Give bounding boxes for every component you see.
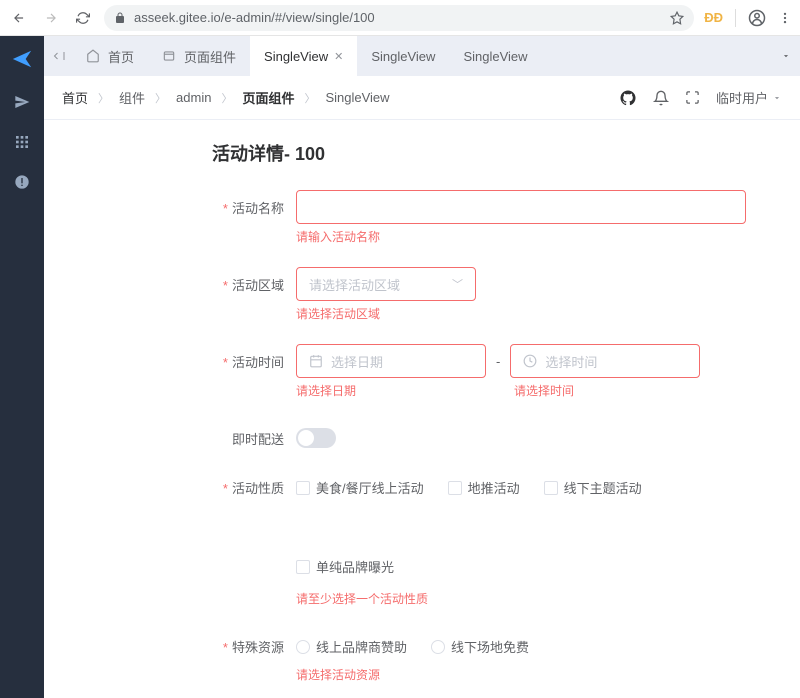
tab-label: SingleView <box>264 49 328 64</box>
back-button[interactable] <box>8 7 30 29</box>
error-time: 请选择时间 <box>514 382 704 399</box>
chevron-right-icon: 〉 <box>98 90 109 106</box>
page-body: 活动详情- 100 *活动名称 请输入活动名称 *活动区域 请选择活动区域 ﹀ … <box>44 120 800 698</box>
activity-region-select[interactable]: 请选择活动区域 ﹀ <box>296 267 476 301</box>
resource-option-1[interactable]: 线下场地免费 <box>431 637 529 656</box>
error-region: 请选择活动区域 <box>296 305 746 322</box>
error-date: 请选择日期 <box>296 382 486 399</box>
tab-singleview-3[interactable]: SingleView <box>449 36 541 76</box>
error-resource: 请选择活动资源 <box>296 666 746 683</box>
label-resource: *特殊资源 <box>68 629 296 683</box>
sidebar-grid-icon[interactable] <box>14 134 30 150</box>
user-menu[interactable]: 临时用户 <box>716 88 782 107</box>
label-region: *活动区域 <box>68 267 296 322</box>
date-placeholder: 选择日期 <box>331 352 383 371</box>
tab-singleview-2[interactable]: SingleView <box>357 36 449 76</box>
breadcrumb-current: SingleView <box>325 90 389 105</box>
chevron-down-icon <box>772 93 782 103</box>
chevron-right-icon: 〉 <box>304 90 315 106</box>
app-logo[interactable] <box>11 48 33 70</box>
label-time: *活动时间 <box>68 344 296 399</box>
nature-option-1[interactable]: 地推活动 <box>448 478 520 497</box>
radio-icon <box>296 640 310 654</box>
chevron-right-icon: 〉 <box>221 90 232 106</box>
select-placeholder: 请选择活动区域 <box>309 275 400 294</box>
time-placeholder: 选择时间 <box>545 352 597 371</box>
tab-menu[interactable] <box>772 36 800 76</box>
page-title: 活动详情- 100 <box>212 140 776 166</box>
chevron-right-icon: 〉 <box>155 90 166 106</box>
error-name: 请输入活动名称 <box>296 228 746 245</box>
radio-icon <box>431 640 445 654</box>
browser-toolbar: asseek.gitee.io/e-admin/#/view/single/10… <box>0 0 800 36</box>
bell-icon[interactable] <box>653 90 669 106</box>
url-bar[interactable]: asseek.gitee.io/e-admin/#/view/single/10… <box>104 5 694 31</box>
breadcrumb-item[interactable]: 组件 <box>119 88 145 107</box>
date-picker[interactable]: 选择日期 <box>296 344 486 378</box>
error-nature: 请至少选择一个活动性质 <box>296 590 746 607</box>
clock-icon <box>523 354 537 368</box>
time-picker[interactable]: 选择时间 <box>510 344 700 378</box>
extension-icon[interactable]: ƉƉ <box>704 10 723 25</box>
breadcrumb-home[interactable]: 首页 <box>62 88 88 107</box>
close-icon[interactable]: ✕ <box>334 50 343 63</box>
calendar-icon <box>309 354 323 368</box>
browser-actions: ƉƉ <box>704 9 792 27</box>
tab-label: 首页 <box>108 47 134 66</box>
tab-label: 页面组件 <box>184 47 236 66</box>
activity-name-input[interactable] <box>296 190 746 224</box>
profile-icon[interactable] <box>748 9 766 27</box>
tab-bar: 首页 页面组件 SingleView ✕ SingleView SingleVie… <box>44 36 800 76</box>
checkbox-icon <box>296 560 310 574</box>
checkbox-icon <box>544 481 558 495</box>
home-icon <box>86 49 100 63</box>
divider <box>735 9 736 27</box>
chevron-down-icon: ﹀ <box>452 276 463 292</box>
breadcrumb-item[interactable]: 页面组件 <box>242 88 294 107</box>
tab-home[interactable]: 首页 <box>72 36 148 76</box>
nature-option-0[interactable]: 美食/餐厅线上活动 <box>296 478 424 497</box>
label-name: *活动名称 <box>68 190 296 245</box>
label-nature: *活动性质 <box>68 470 296 607</box>
menu-icon[interactable] <box>778 11 792 25</box>
sidebar-send-icon[interactable] <box>14 94 30 110</box>
page-header: 首页〉 组件〉 admin〉 页面组件〉 SingleView 临时用户 <box>44 76 800 120</box>
url-text: asseek.gitee.io/e-admin/#/view/single/10… <box>134 10 662 25</box>
checkbox-icon <box>296 481 310 495</box>
resource-option-0[interactable]: 线上品牌商赞助 <box>296 637 407 656</box>
tab-singleview-active[interactable]: SingleView ✕ <box>250 36 357 76</box>
delivery-switch[interactable] <box>296 428 336 448</box>
fullscreen-icon[interactable] <box>685 90 700 105</box>
github-icon[interactable] <box>619 89 637 107</box>
reload-button[interactable] <box>72 7 94 29</box>
star-icon[interactable] <box>670 11 684 25</box>
tab-label: SingleView <box>463 49 527 64</box>
nature-option-3[interactable]: 单纯品牌曝光 <box>296 557 394 576</box>
range-separator: - <box>496 354 500 369</box>
user-label: 临时用户 <box>716 88 768 107</box>
collapse-button[interactable] <box>44 36 72 76</box>
tab-label: SingleView <box>371 49 435 64</box>
page-icon <box>162 49 176 63</box>
label-delivery: 即时配送 <box>68 421 296 448</box>
sidebar-alert-icon[interactable] <box>14 174 30 190</box>
breadcrumb: 首页〉 组件〉 admin〉 页面组件〉 SingleView <box>62 88 390 107</box>
breadcrumb-item[interactable]: admin <box>176 90 211 105</box>
sidebar <box>0 36 44 698</box>
checkbox-icon <box>448 481 462 495</box>
tab-page-components[interactable]: 页面组件 <box>148 36 250 76</box>
nature-option-2[interactable]: 线下主题活动 <box>544 478 642 497</box>
forward-button[interactable] <box>40 7 62 29</box>
lock-icon <box>114 12 126 24</box>
